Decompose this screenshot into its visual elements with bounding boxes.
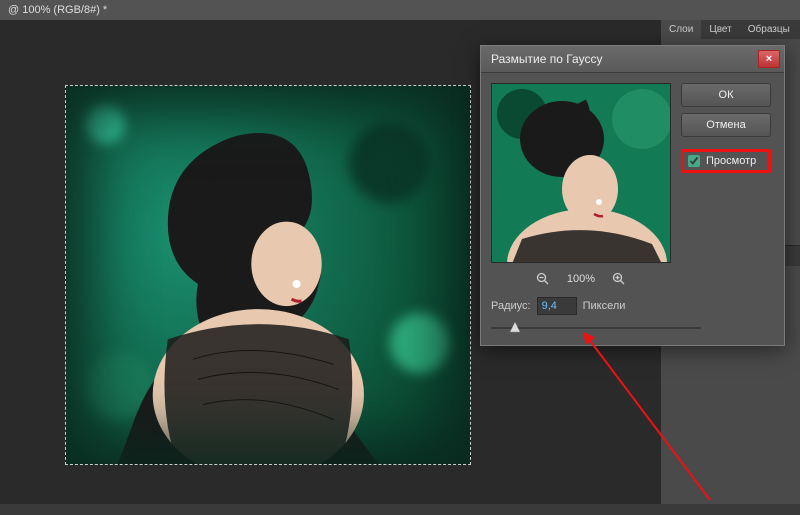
zoom-level: 100% (567, 273, 595, 285)
radius-units: Пиксели (583, 300, 626, 312)
document-title-bar: @ 100% (RGB/8#) * (0, 0, 800, 20)
zoom-out-icon (536, 272, 550, 286)
preview-checkbox[interactable] (688, 155, 700, 167)
radius-label: Радиус: (491, 300, 531, 312)
dialog-title: Размытие по Гауссу (491, 52, 602, 66)
gaussian-blur-dialog: Размытие по Гауссу × (480, 45, 785, 346)
preview-checkbox-label: Просмотр (706, 155, 756, 167)
cancel-button[interactable]: Отмена (681, 113, 771, 137)
canvas[interactable] (65, 85, 471, 465)
radius-slider[interactable] (491, 321, 701, 335)
zoom-in-icon (612, 272, 626, 286)
dialog-close-button[interactable]: × (758, 50, 780, 68)
slider-thumb-icon[interactable] (509, 321, 521, 333)
tab-layers[interactable]: Слои (661, 20, 701, 39)
tab-swatches[interactable]: Образцы (740, 20, 798, 39)
radius-input[interactable] (537, 297, 577, 315)
filter-preview[interactable] (491, 83, 671, 263)
zoom-out-button[interactable] (535, 271, 551, 287)
preview-checkbox-row[interactable]: Просмотр (681, 149, 771, 173)
tab-color[interactable]: Цвет (701, 20, 739, 39)
panel-tabs: Слои Цвет Образцы (661, 20, 800, 39)
ok-button[interactable]: ОК (681, 83, 771, 107)
zoom-in-button[interactable] (611, 271, 627, 287)
close-icon: × (766, 53, 772, 65)
workspace: Слои Цвет Образцы Кон Размытие по Гауссу… (0, 20, 800, 504)
dialog-titlebar[interactable]: Размытие по Гауссу × (481, 46, 784, 73)
document-title: @ 100% (RGB/8#) * (8, 4, 107, 16)
